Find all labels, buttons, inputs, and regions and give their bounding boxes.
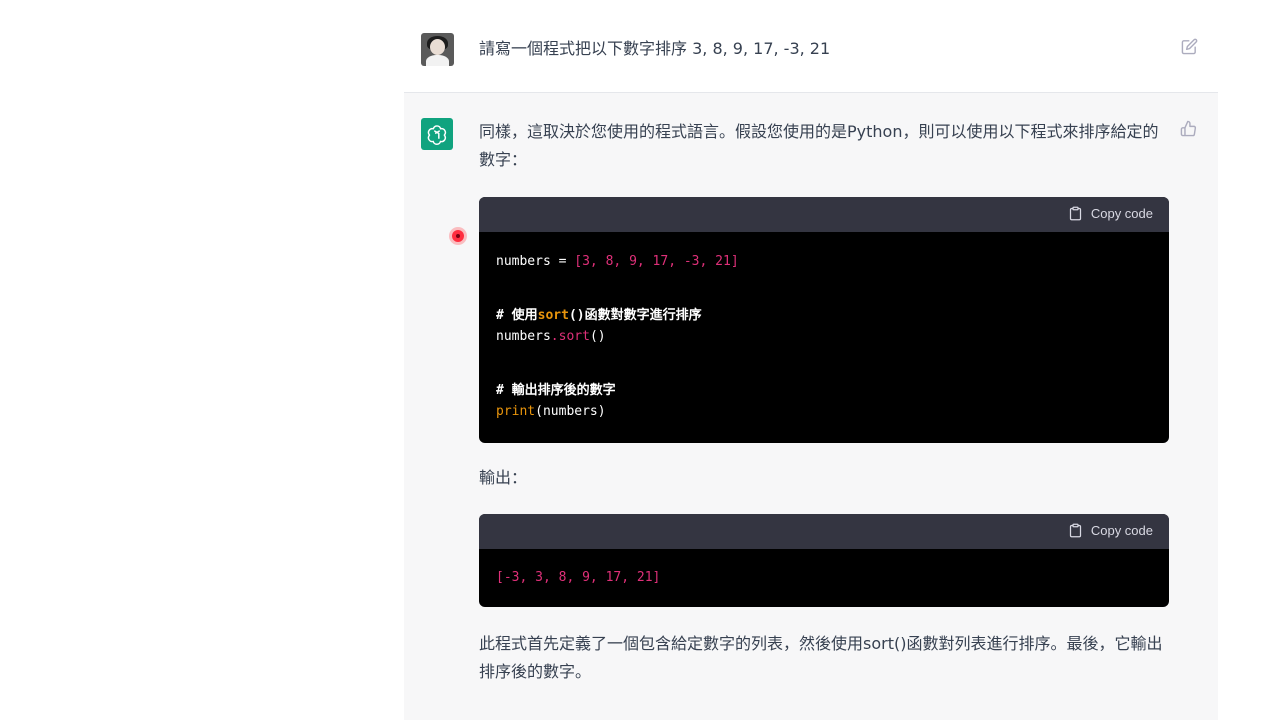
code-line-3: numbers.sort() — [496, 329, 606, 344]
copy-code-label: Copy code — [1090, 206, 1153, 221]
thumbs-up-icon[interactable] — [1180, 120, 1197, 137]
code-line-2: # 使用sort()函數對數字進行排序 — [496, 308, 702, 323]
code-block-output: Copy code [-3, 3, 8, 9, 17, 21] — [479, 514, 1169, 607]
user-avatar — [421, 33, 454, 66]
code-line-5: print(numbers) — [496, 404, 606, 419]
code-block-python: Copy code numbers = [3, 8, 9, 17, -3, 21… — [479, 197, 1169, 443]
output-label: 輸出： — [479, 468, 528, 487]
clipboard-icon — [1069, 523, 1081, 538]
code-output-line: [-3, 3, 8, 9, 17, 21] — [496, 570, 661, 585]
assistant-message-row: 同樣，這取決於您使用的程式語言。假設您使用的是Python，則可以使用以下程式來… — [404, 93, 1218, 720]
copy-code-label: Copy code — [1090, 523, 1153, 538]
edit-icon[interactable] — [1181, 38, 1198, 55]
user-message-text: 請寫一個程式把以下數字排序 3, 8, 9, 17, -3, 21 — [479, 39, 831, 58]
code-block-header: Copy code — [479, 514, 1169, 549]
copy-code-button[interactable]: Copy code — [1068, 523, 1153, 538]
assistant-summary-text: 此程式首先定義了一個包含給定數字的列表，然後使用sort()函數對列表進行排序。… — [479, 634, 1163, 681]
clipboard-icon — [1069, 206, 1081, 221]
message-actions — [1180, 120, 1197, 137]
code-line-1: numbers = [3, 8, 9, 17, -3, 21] — [496, 254, 739, 269]
copy-code-button[interactable]: Copy code — [1068, 206, 1153, 221]
mouse-cursor-indicator — [452, 230, 464, 242]
chatgpt-logo-icon — [421, 118, 453, 150]
code-line-4: # 輸出排序後的數字 — [496, 383, 616, 398]
code-block-header: Copy code — [479, 197, 1169, 232]
assistant-intro-text: 同樣，這取決於您使用的程式語言。假設您使用的是Python，則可以使用以下程式來… — [479, 122, 1159, 169]
user-message-row: 請寫一個程式把以下數字排序 3, 8, 9, 17, -3, 21 — [404, 0, 1218, 93]
